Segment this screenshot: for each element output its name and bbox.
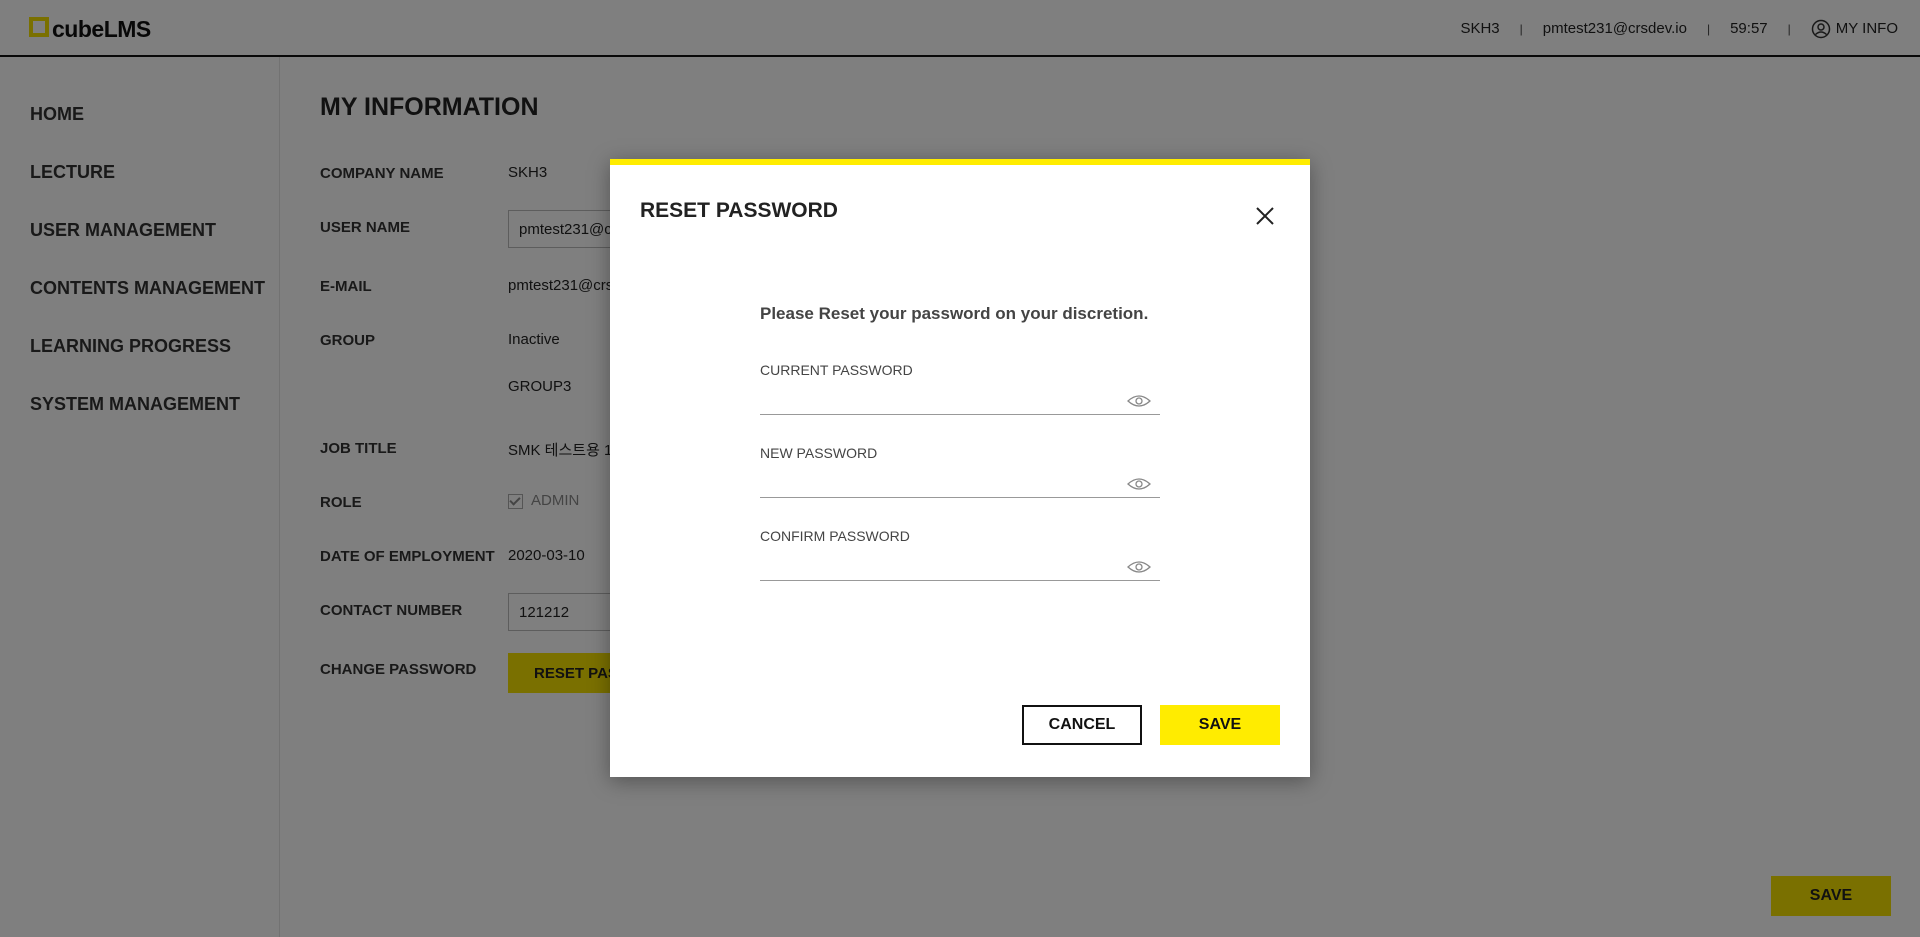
current-password-input[interactable] (760, 385, 1160, 415)
eye-icon[interactable] (1127, 559, 1151, 575)
eye-icon[interactable] (1127, 476, 1151, 492)
current-password-label: CURRENT PASSWORD (760, 362, 913, 378)
close-icon[interactable] (1254, 205, 1276, 227)
confirm-password-input[interactable] (760, 551, 1160, 581)
eye-icon[interactable] (1127, 393, 1151, 409)
new-password-label: NEW PASSWORD (760, 445, 878, 461)
save-button[interactable]: SAVE (1160, 705, 1280, 745)
confirm-password-label: CONFIRM PASSWORD (760, 528, 910, 544)
reset-password-dialog: RESET PASSWORD Please Reset your passwor… (610, 159, 1310, 777)
dialog-description: Please Reset your password on your discr… (760, 304, 1149, 323)
dialog-title: RESET PASSWORD (640, 199, 838, 222)
new-password-input[interactable] (760, 468, 1160, 498)
cancel-button[interactable]: CANCEL (1022, 705, 1142, 745)
